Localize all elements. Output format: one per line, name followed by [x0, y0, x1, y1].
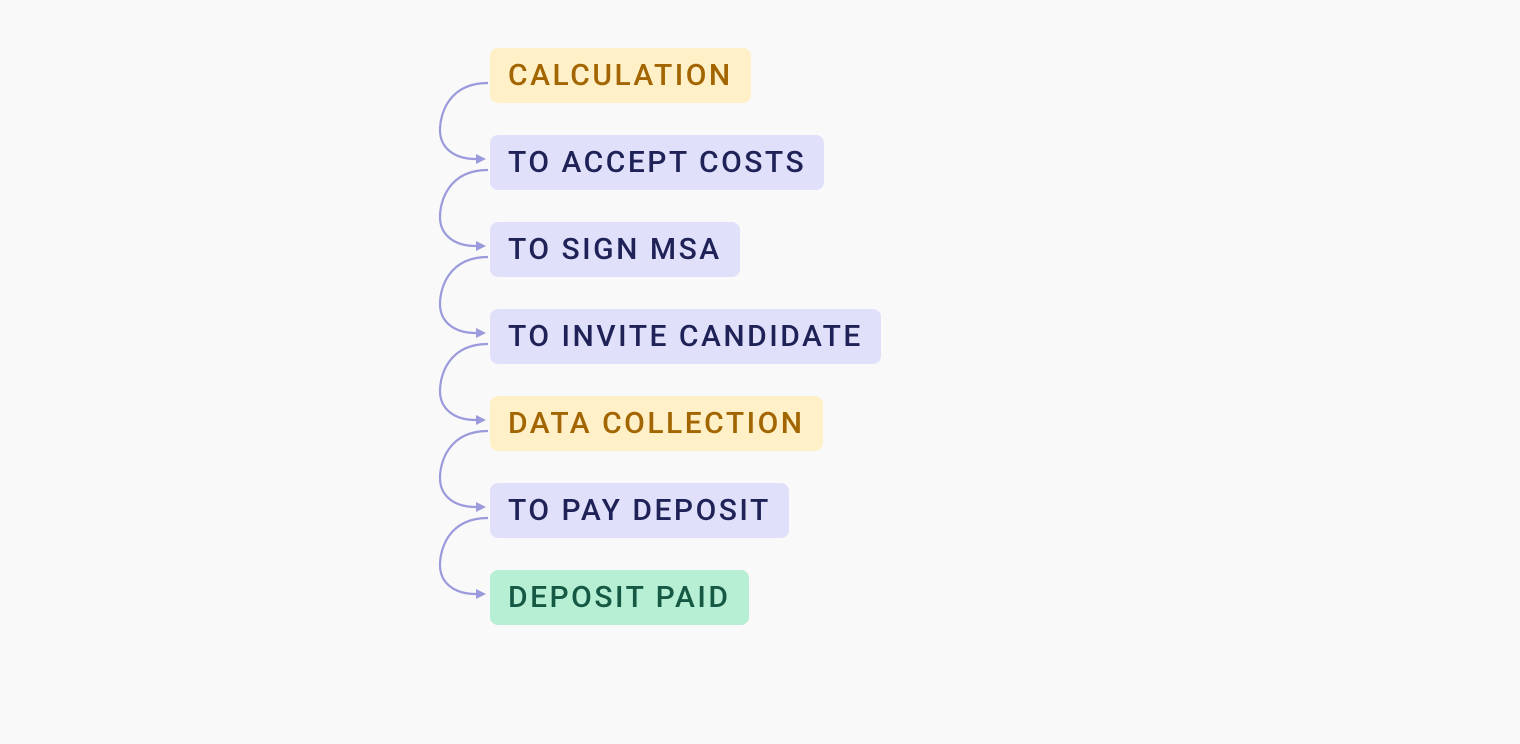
- step-calculation: Calculation: [490, 48, 881, 135]
- step-label: To sign MSA: [490, 222, 740, 277]
- arrow-icon: [428, 75, 498, 175]
- step-to-accept-costs: To accept costs: [490, 135, 881, 222]
- step-deposit-paid: Deposit paid: [490, 570, 881, 657]
- step-label: Deposit paid: [490, 570, 749, 625]
- step-to-pay-deposit: To pay deposit: [490, 483, 881, 570]
- step-label: Data collection: [490, 396, 823, 451]
- process-flow: Calculation To accept costs To sign MSA …: [490, 48, 881, 657]
- step-label: To invite candidate: [490, 309, 881, 364]
- arrow-icon: [428, 336, 498, 436]
- arrow-icon: [428, 423, 498, 523]
- step-to-invite-candidate: To invite candidate: [490, 309, 881, 396]
- step-to-sign-msa: To sign MSA: [490, 222, 881, 309]
- arrow-icon: [428, 249, 498, 349]
- arrow-icon: [428, 510, 498, 610]
- step-label: Calculation: [490, 48, 751, 103]
- step-label: To accept costs: [490, 135, 824, 190]
- step-data-collection: Data collection: [490, 396, 881, 483]
- arrow-icon: [428, 162, 498, 262]
- step-label: To pay deposit: [490, 483, 789, 538]
